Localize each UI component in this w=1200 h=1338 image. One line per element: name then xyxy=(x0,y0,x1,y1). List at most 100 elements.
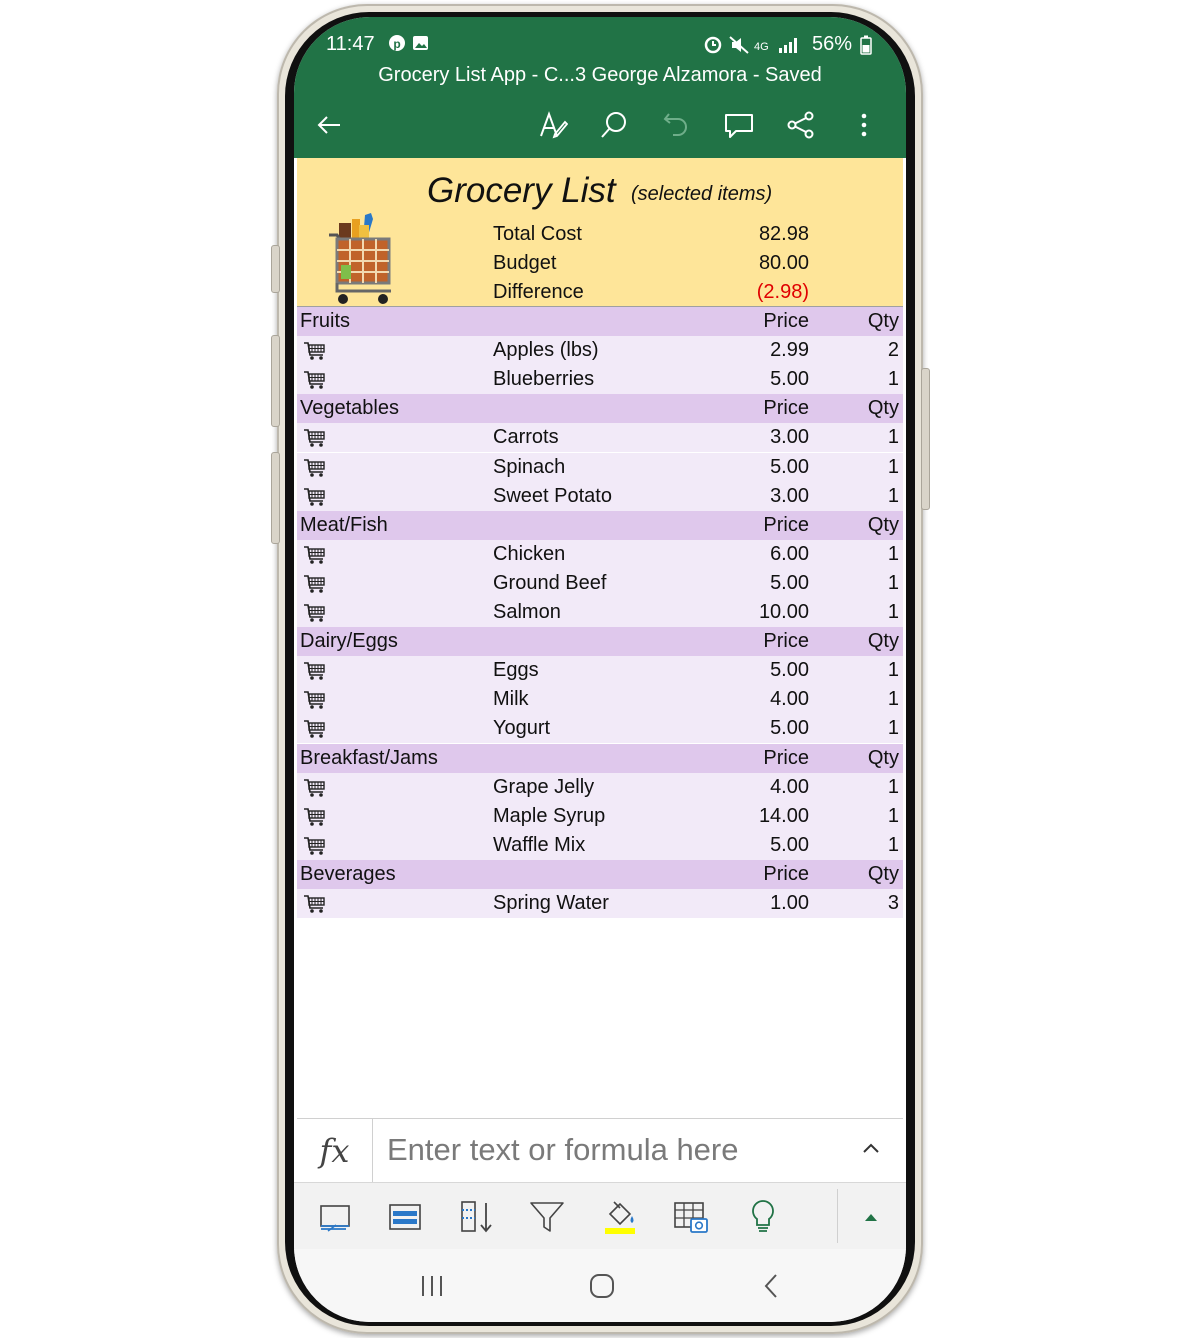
cart-icon xyxy=(303,661,327,681)
category-row[interactable]: Breakfast/Jams Price Qty xyxy=(297,743,903,773)
sort-icon xyxy=(461,1201,492,1233)
item-qty: 1 xyxy=(887,426,899,449)
qty-header: Qty xyxy=(867,746,899,769)
item-row[interactable]: Chicken 6.00 1 xyxy=(297,539,903,569)
freeze-panes-button[interactable] xyxy=(315,1197,355,1237)
comment-button[interactable] xyxy=(719,107,759,143)
item-price: 5.00 xyxy=(770,368,809,391)
expand-up-icon xyxy=(865,1214,877,1221)
category-row[interactable]: Dairy/Eggs Price Qty xyxy=(297,627,903,657)
item-price: 6.00 xyxy=(770,542,809,565)
tell-me-icon xyxy=(752,1200,774,1232)
item-row[interactable]: Apples (lbs) 2.99 2 xyxy=(297,336,903,366)
tell-me-button[interactable] xyxy=(743,1197,783,1237)
wrap-text-button[interactable] xyxy=(385,1197,425,1237)
item-row[interactable]: Salmon 10.00 1 xyxy=(297,598,903,627)
difference-label: Difference xyxy=(493,281,584,303)
item-row[interactable]: Blueberries 5.00 1 xyxy=(297,365,903,395)
chevron-up-icon[interactable] xyxy=(859,1137,883,1161)
search-icon xyxy=(601,112,626,138)
item-name: Eggs xyxy=(493,659,539,682)
item-name: Maple Syrup xyxy=(493,804,606,827)
recent-apps-icon xyxy=(422,1276,442,1296)
category-name: Fruits xyxy=(300,310,350,332)
item-row[interactable]: Spring Water 1.00 3 xyxy=(297,889,903,918)
item-row[interactable]: Milk 4.00 1 xyxy=(297,685,903,715)
phone-screen: 11:47 p 4G 56% Grocery List App - C...3 … xyxy=(294,17,906,1322)
category-row[interactable]: Vegetables Price Qty xyxy=(297,394,903,424)
item-row[interactable]: Waffle Mix 5.00 1 xyxy=(297,830,903,860)
share-button[interactable] xyxy=(781,107,821,143)
item-qty: 1 xyxy=(887,368,899,391)
item-qty: 1 xyxy=(887,775,899,798)
more-options-button[interactable] xyxy=(844,107,884,143)
pinterest-gallery-icon: p xyxy=(389,35,428,51)
back-icon xyxy=(764,1274,777,1298)
category-name: Meat/Fish xyxy=(300,513,388,536)
item-row[interactable]: Yogurt 5.00 1 xyxy=(297,714,903,744)
fx-button[interactable]: fx xyxy=(297,1119,373,1182)
item-price: 5.00 xyxy=(770,659,809,682)
item-qty: 3 xyxy=(887,892,899,914)
item-row[interactable]: Sweet Potato 3.00 1 xyxy=(297,481,903,511)
category-name: Vegetables xyxy=(300,397,399,420)
qty-header: Qty xyxy=(867,862,899,885)
item-row[interactable]: Spinach 5.00 1 xyxy=(297,452,903,482)
item-qty: 1 xyxy=(887,688,899,711)
item-name: Salmon xyxy=(493,601,561,623)
item-price: 3.00 xyxy=(770,426,809,449)
item-name: Yogurt xyxy=(493,717,551,740)
svg-text:p: p xyxy=(393,37,400,51)
price-header: Price xyxy=(763,862,809,885)
shopping-cart-illustration xyxy=(329,213,391,304)
item-name: Sweet Potato xyxy=(493,484,612,507)
home-button[interactable] xyxy=(582,1269,622,1303)
item-price: 14.00 xyxy=(758,804,809,827)
qty-header: Qty xyxy=(867,397,899,420)
item-row[interactable]: Grape Jelly 4.00 1 xyxy=(297,772,903,802)
item-name: Milk xyxy=(493,688,529,711)
item-name: Waffle Mix xyxy=(493,833,586,856)
category-row[interactable]: Beverages Price Qty xyxy=(297,859,903,889)
table-picture-button[interactable] xyxy=(671,1197,711,1237)
qty-header: Qty xyxy=(867,630,899,653)
search-button[interactable] xyxy=(594,107,634,143)
spreadsheet-area[interactable]: Grocery List (selected items) Total Cost… xyxy=(297,158,903,1118)
item-qty: 1 xyxy=(887,601,899,623)
item-qty: 1 xyxy=(887,804,899,827)
cart-icon xyxy=(303,778,327,798)
expand-toolbar-button[interactable] xyxy=(851,1197,891,1237)
battery-icon xyxy=(860,35,872,55)
recent-apps-button[interactable] xyxy=(412,1269,452,1303)
battery-percent: 56% xyxy=(811,33,852,55)
home-icon xyxy=(590,1274,614,1298)
sort-button[interactable] xyxy=(457,1197,497,1237)
filter-icon xyxy=(530,1202,564,1232)
back-arrow-icon xyxy=(317,116,340,134)
item-row[interactable]: Eggs 5.00 1 xyxy=(297,656,903,686)
item-name: Ground Beef xyxy=(493,571,607,594)
status-right: 4G 56% xyxy=(704,33,872,56)
filter-button[interactable] xyxy=(527,1197,567,1237)
item-qty: 1 xyxy=(887,833,899,856)
draw-button[interactable] xyxy=(533,107,573,143)
document-title: Grocery List App - C...3 George Alzamora… xyxy=(378,64,822,86)
undo-button[interactable] xyxy=(656,107,696,143)
category-row[interactable]: Meat/Fish Price Qty xyxy=(297,510,903,540)
item-name: Chicken xyxy=(493,542,566,565)
summary-banner: Grocery List (selected items) Total Cost… xyxy=(297,158,903,307)
price-header: Price xyxy=(763,746,809,769)
item-name: Blueberries xyxy=(493,368,595,391)
nav-back-button[interactable] xyxy=(752,1269,792,1303)
back-button[interactable] xyxy=(309,107,349,143)
item-price: 5.00 xyxy=(770,571,809,594)
phone-side-button xyxy=(271,245,280,293)
formula-input[interactable] xyxy=(387,1127,847,1173)
fill-color-button[interactable] xyxy=(599,1197,639,1237)
category-row[interactable]: Fruits Price Qty xyxy=(297,307,903,336)
item-row[interactable]: Maple Syrup 14.00 1 xyxy=(297,801,903,831)
fill-color-icon xyxy=(605,1201,635,1234)
item-row[interactable]: Carrots 3.00 1 xyxy=(297,423,903,453)
item-row[interactable]: Ground Beef 5.00 1 xyxy=(297,568,903,598)
app-header: 11:47 p 4G 56% Grocery List App - C...3 … xyxy=(294,17,906,158)
